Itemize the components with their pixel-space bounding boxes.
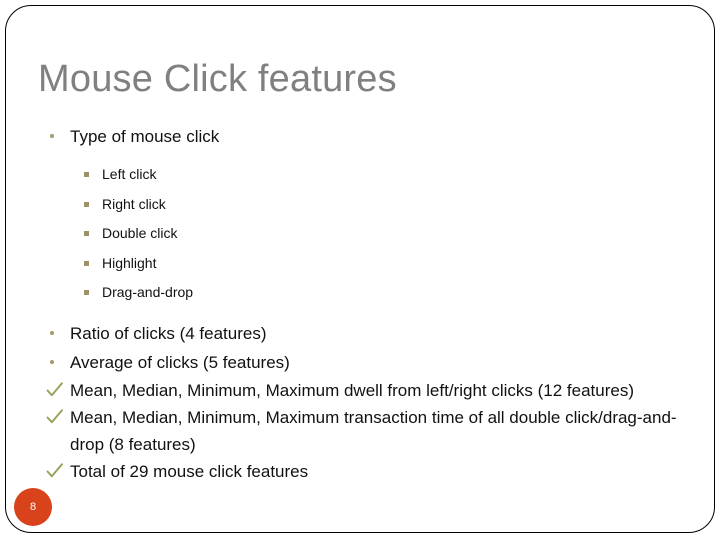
list-item-label: Drag-and-drop xyxy=(102,284,194,300)
list-item: Average of clicks (5 features) xyxy=(44,348,684,377)
list-item: Left click xyxy=(44,160,684,190)
list-item: Highlight xyxy=(44,249,684,279)
list-item-label: Mean, Median, Minimum, Maximum transacti… xyxy=(70,407,677,454)
check-bullet-icon xyxy=(45,380,65,400)
list-item: Mean, Median, Minimum, Maximum transacti… xyxy=(44,404,684,458)
list-item: Drag-and-drop xyxy=(44,278,684,308)
page-title: Mouse Click features xyxy=(38,58,397,100)
list-item: Double click xyxy=(44,219,684,249)
list-item: Ratio of clicks (4 features) xyxy=(44,319,684,348)
square-bullet-icon xyxy=(84,290,89,295)
dot-bullet-icon xyxy=(50,330,54,335)
list-item: Total of 29 mouse click features xyxy=(44,458,684,485)
check-bullet-icon xyxy=(45,461,65,481)
list-item-label: Type of mouse click xyxy=(70,127,220,146)
square-bullet-icon xyxy=(84,172,89,177)
presentation-slide: Mouse Click features Type of mouse click… xyxy=(0,0,720,540)
dot-bullet-icon xyxy=(50,359,54,364)
list-item: Mean, Median, Minimum, Maximum dwell fro… xyxy=(44,377,684,404)
list-item: Type of mouse click xyxy=(44,122,684,151)
list-item-label: Left click xyxy=(102,166,157,182)
square-bullet-icon xyxy=(84,201,89,207)
list-item-label: Double click xyxy=(102,225,178,241)
list-item: Right click xyxy=(44,190,684,220)
square-bullet-icon xyxy=(84,231,89,236)
list-item-label: Total of 29 mouse click features xyxy=(70,461,309,481)
list-item-label: Ratio of clicks (4 features) xyxy=(70,323,267,343)
square-bullet-icon xyxy=(84,260,89,266)
list-item-label: Average of clicks (5 features) xyxy=(70,352,290,372)
slide-body-content: Type of mouse click Left click Right cli… xyxy=(44,122,684,485)
list-item-label: Mean, Median, Minimum, Maximum dwell fro… xyxy=(70,380,634,400)
dot-bullet-icon xyxy=(50,134,54,138)
list-item-label: Highlight xyxy=(102,254,157,271)
page-number-badge: 8 xyxy=(14,488,52,526)
check-bullet-icon xyxy=(45,407,65,427)
list-item-label: Right click xyxy=(102,195,166,212)
